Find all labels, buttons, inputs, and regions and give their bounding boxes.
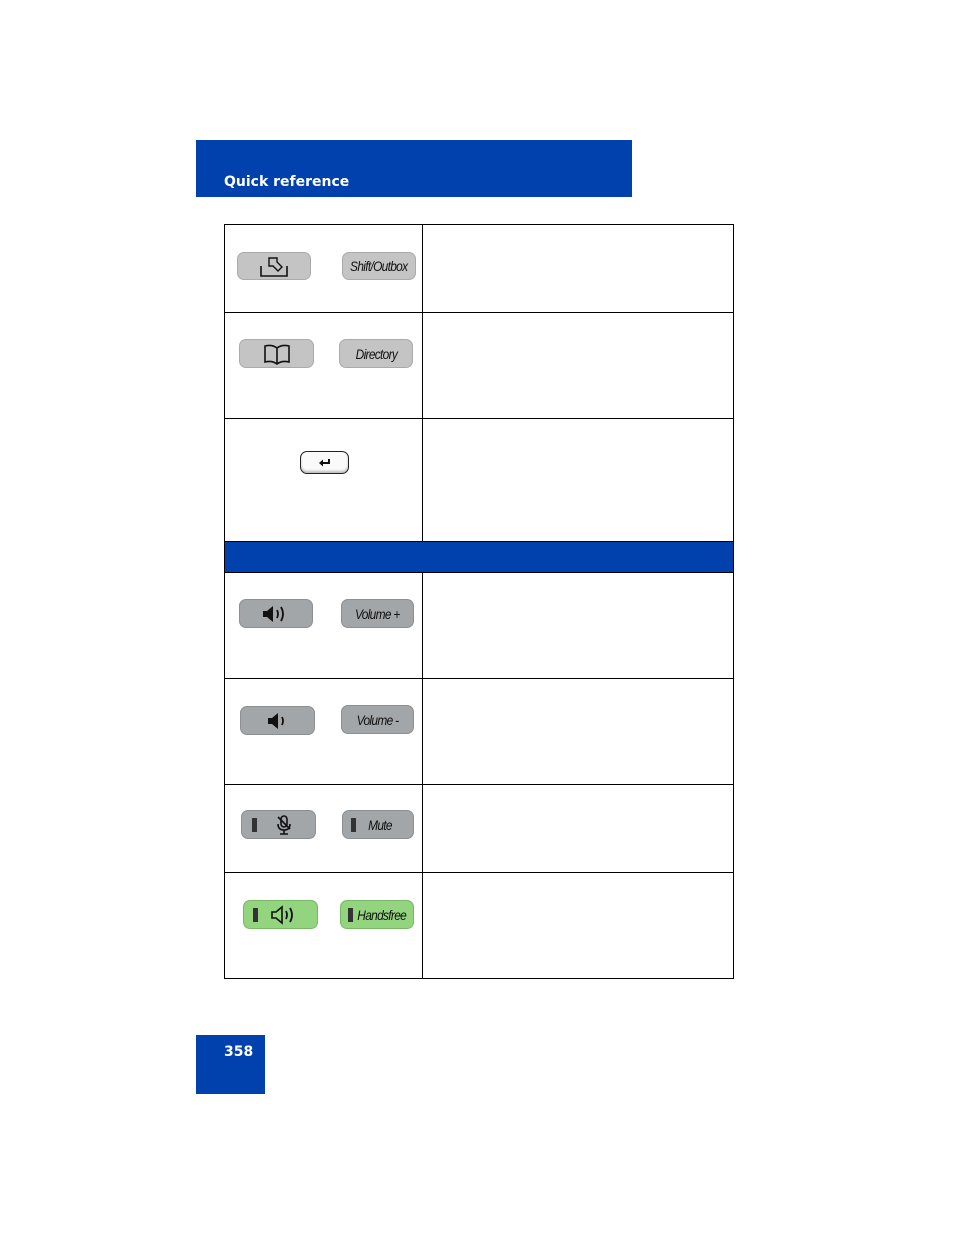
mute-key[interactable]: Mute [342, 810, 414, 839]
led-indicator-icon [253, 907, 258, 922]
table-row: Volume - [224, 678, 734, 785]
directory-label: Directory [355, 345, 397, 362]
directory-icon-key[interactable] [239, 339, 314, 368]
key-cell: Shift/Outbox [224, 224, 423, 313]
directory-book-icon [263, 342, 291, 366]
section-header [224, 541, 734, 573]
handsfree-speaker-icon [270, 904, 298, 925]
description-cell [422, 572, 734, 679]
key-cell: Handsfree [224, 872, 423, 979]
volume-up-label: Volume + [355, 605, 400, 622]
description-cell [422, 784, 734, 873]
outbox-icon [258, 254, 290, 278]
key-cell: Mute [224, 784, 423, 873]
section-header-row [224, 541, 734, 573]
quick-reference-table: Shift/Outbox Directory Volume + Volume -… [224, 224, 734, 979]
key-cell: Directory [224, 312, 423, 419]
enter-key[interactable] [300, 451, 349, 474]
description-cell [422, 312, 734, 419]
key-cell: Volume - [224, 678, 423, 785]
page-header-title: Quick reference [224, 174, 350, 190]
mute-microphone-icon [275, 814, 293, 836]
mute-label: Mute [368, 816, 392, 833]
volume-down-icon [266, 711, 290, 731]
volume-down-key[interactable]: Volume - [341, 705, 414, 734]
table-row: Directory [224, 312, 734, 419]
key-cell: Volume + [224, 572, 423, 679]
volume-down-label: Volume - [356, 711, 399, 728]
handsfree-icon-key[interactable] [243, 900, 318, 929]
led-indicator-icon [252, 817, 257, 832]
shift-outbox-key[interactable]: Shift/Outbox [342, 252, 416, 280]
table-row: Shift/Outbox [224, 224, 734, 313]
mute-icon-key[interactable] [241, 810, 316, 839]
outbox-key[interactable] [237, 252, 311, 280]
page-number: 358 [224, 1044, 254, 1060]
directory-key[interactable]: Directory [339, 339, 413, 368]
description-cell [422, 418, 734, 542]
volume-up-icon-key[interactable] [239, 599, 313, 628]
volume-up-key[interactable]: Volume + [341, 599, 414, 628]
led-indicator-icon [348, 907, 353, 922]
handsfree-key[interactable]: Handsfree [340, 900, 414, 929]
table-row: Handsfree [224, 872, 734, 979]
led-indicator-icon [351, 817, 356, 832]
description-cell [422, 872, 734, 979]
table-row [224, 418, 734, 542]
table-row: Volume + [224, 572, 734, 679]
key-cell [224, 418, 423, 542]
shift-outbox-label: Shift/Outbox [350, 258, 408, 274]
description-cell [422, 678, 734, 785]
handsfree-label: Handsfree [357, 906, 407, 923]
enter-return-icon [318, 458, 332, 468]
volume-down-icon-key[interactable] [240, 706, 315, 735]
table-row: Mute [224, 784, 734, 873]
page-number-band: 358 [196, 1035, 265, 1094]
header-band: Quick reference [196, 140, 632, 197]
description-cell [422, 224, 734, 313]
volume-up-icon [261, 604, 291, 624]
